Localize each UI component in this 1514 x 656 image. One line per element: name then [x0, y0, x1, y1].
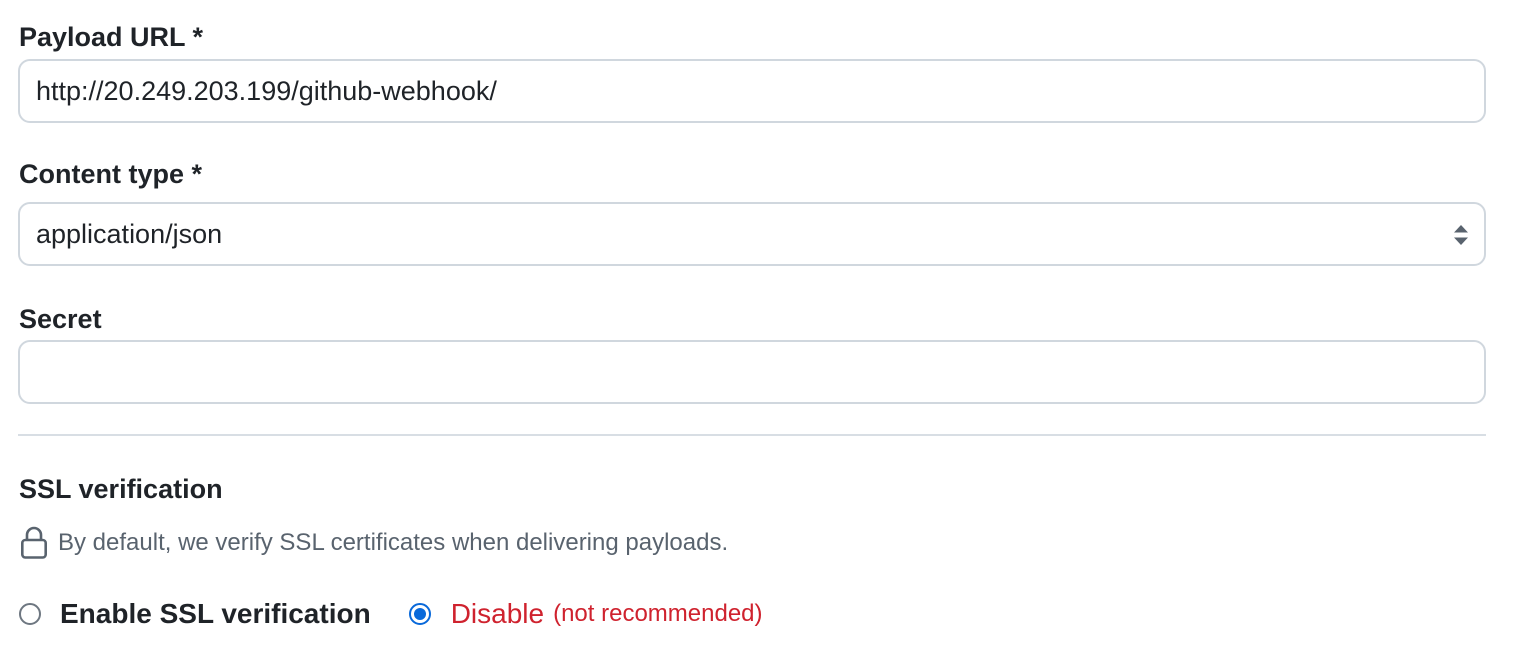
secret-label: Secret	[19, 304, 102, 334]
content-type-label: Content type *	[19, 159, 203, 189]
payload-url-input[interactable]: http://20.249.203.199/github-webhook/	[18, 59, 1486, 123]
select-updown-arrows-icon	[1454, 225, 1468, 245]
lock-icon	[20, 526, 47, 559]
secret-input[interactable]	[18, 340, 1486, 404]
enable-ssl-option[interactable]: Enable SSL verification	[18, 598, 371, 630]
ssl-note-text: By default, we verify SSL certificates w…	[58, 529, 729, 556]
content-type-select[interactable]: application/json	[18, 202, 1486, 266]
content-type-selected: application/json	[36, 219, 223, 249]
disable-ssl-note: (not recommended)	[553, 600, 763, 627]
ssl-options: Enable SSL verification Disable (not rec…	[18, 592, 763, 636]
disable-ssl-option[interactable]: Disable (not recommended)	[408, 598, 763, 630]
ssl-verification-heading: SSL verification	[19, 474, 223, 504]
disable-ssl-label[interactable]: Disable	[451, 598, 544, 630]
enable-ssl-label[interactable]: Enable SSL verification	[60, 598, 371, 630]
disable-ssl-radio[interactable]	[408, 603, 431, 625]
payload-url-label: Payload URL *	[19, 22, 204, 52]
section-divider	[18, 434, 1486, 436]
ssl-note: By default, we verify SSL certificates w…	[20, 525, 728, 561]
payload-url-value: http://20.249.203.199/github-webhook/	[36, 76, 497, 106]
enable-ssl-radio[interactable]	[19, 603, 41, 625]
